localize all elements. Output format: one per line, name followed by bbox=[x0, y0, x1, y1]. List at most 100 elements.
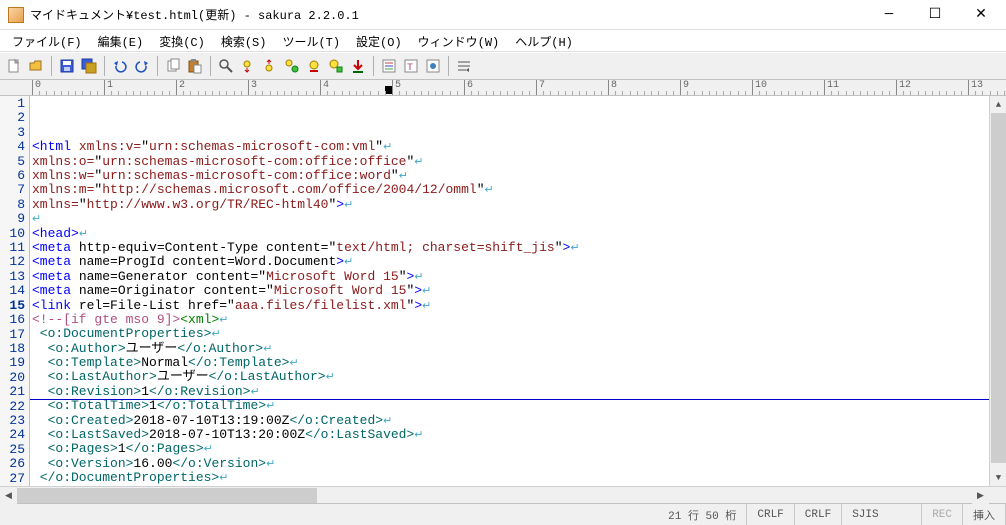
type-icon[interactable]: T bbox=[401, 56, 421, 76]
code-line[interactable]: xmlns:m="http://schemas.microsoft.com/of… bbox=[32, 183, 989, 197]
status-eol1: CRLF bbox=[747, 504, 794, 525]
code-line[interactable]: <o:DocumentProperties>↵ bbox=[32, 327, 989, 341]
find-up-icon[interactable] bbox=[260, 56, 280, 76]
menu-item[interactable]: 検索(S) bbox=[213, 30, 275, 51]
menu-item[interactable]: ヘルプ(H) bbox=[507, 30, 581, 51]
code-line[interactable]: <o:LastSaved>2018-07-10T13:20:00Z</o:Las… bbox=[32, 428, 989, 442]
status-position: 21 行 50 桁 bbox=[658, 504, 747, 525]
line-number: 2 bbox=[0, 111, 25, 125]
line-number: 26 bbox=[0, 457, 25, 471]
app-icon bbox=[8, 7, 24, 23]
close-button[interactable]: ✕ bbox=[958, 0, 1004, 30]
code-line[interactable]: <o:Revision>1</o:Revision>↵ bbox=[32, 385, 989, 399]
code-line[interactable]: <link rel=File-List href="aaa.files/file… bbox=[32, 299, 989, 313]
open-icon[interactable] bbox=[26, 56, 46, 76]
redo-icon[interactable] bbox=[132, 56, 152, 76]
menu-item[interactable]: 設定(O) bbox=[348, 30, 410, 51]
code-line[interactable]: <meta name=Generator content="Microsoft … bbox=[32, 270, 989, 284]
code-line[interactable]: <o:Version>16.00</o:Version>↵ bbox=[32, 457, 989, 471]
code-line[interactable]: <o:Created>2018-07-10T13:19:00Z</o:Creat… bbox=[32, 414, 989, 428]
scroll-right-icon[interactable]: ▶ bbox=[972, 487, 989, 504]
code-line[interactable]: ↵ bbox=[32, 212, 989, 226]
menu-item[interactable]: ウィンドウ(W) bbox=[410, 30, 508, 51]
line-number: 1 bbox=[0, 97, 25, 111]
mark-icon[interactable] bbox=[304, 56, 324, 76]
scroll-up-icon[interactable]: ▲ bbox=[990, 96, 1006, 113]
window-title: マイドキュメント¥test.html(更新) - sakura 2.2.0.1 bbox=[30, 6, 866, 23]
code-line[interactable]: <meta name=Originator content="Microsoft… bbox=[32, 284, 989, 298]
line-number: 22 bbox=[0, 400, 25, 414]
menu-item[interactable]: ツール(T) bbox=[274, 30, 348, 51]
line-number: 25 bbox=[0, 443, 25, 457]
line-number: 4 bbox=[0, 140, 25, 154]
wrap-icon[interactable] bbox=[454, 56, 474, 76]
code-line[interactable]: <o:Template>Normal</o:Template>↵ bbox=[32, 356, 989, 370]
menubar: ファイル(F)編集(E)変換(C)検索(S)ツール(T)設定(O)ウィンドウ(W… bbox=[0, 30, 1006, 52]
code-line[interactable]: xmlns="http://www.w3.org/TR/REC-html40">… bbox=[32, 198, 989, 212]
line-number: 5 bbox=[0, 155, 25, 169]
paste-icon[interactable] bbox=[185, 56, 205, 76]
code-line[interactable]: </o:DocumentProperties>↵ bbox=[32, 471, 989, 485]
menu-item[interactable]: 編集(E) bbox=[90, 30, 152, 51]
line-number: 27 bbox=[0, 472, 25, 486]
save-icon[interactable] bbox=[57, 56, 77, 76]
saveall-icon[interactable] bbox=[79, 56, 99, 76]
scroll-down-icon[interactable]: ▼ bbox=[990, 469, 1006, 486]
line-number: 13 bbox=[0, 270, 25, 284]
horizontal-scrollbar[interactable]: ◀ ▶ bbox=[0, 486, 1006, 503]
line-number: 18 bbox=[0, 342, 25, 356]
code-line[interactable]: xmlns:o="urn:schemas-microsoft-com:offic… bbox=[32, 155, 989, 169]
line-number: 17 bbox=[0, 328, 25, 342]
status-eol2: CRLF bbox=[795, 504, 842, 525]
code-line[interactable]: <o:LastAuthor>ユーザー</o:LastAuthor>↵ bbox=[32, 370, 989, 384]
minimize-button[interactable]: ─ bbox=[866, 0, 912, 30]
code-line[interactable]: <meta http-equiv=Content-Type content="t… bbox=[32, 241, 989, 255]
line-gutter: 1234567891011121314151617181920212223242… bbox=[0, 96, 30, 486]
scroll-thumb-v[interactable] bbox=[991, 113, 1006, 463]
code-line[interactable]: <head>↵ bbox=[32, 227, 989, 241]
svg-text:T: T bbox=[407, 63, 413, 74]
new-icon[interactable] bbox=[4, 56, 24, 76]
code-line[interactable]: <o:Pages>1</o:Pages>↵ bbox=[32, 442, 989, 456]
replace-icon[interactable] bbox=[282, 56, 302, 76]
editor: 1234567891011121314151617181920212223242… bbox=[0, 96, 1006, 486]
line-number: 10 bbox=[0, 227, 25, 241]
line-number: 14 bbox=[0, 284, 25, 298]
line-number: 19 bbox=[0, 356, 25, 370]
copy-icon[interactable] bbox=[163, 56, 183, 76]
maximize-button[interactable]: ☐ bbox=[912, 0, 958, 30]
code-line[interactable]: <html xmlns:v="urn:schemas-microsoft-com… bbox=[32, 140, 989, 154]
search-icon[interactable] bbox=[216, 56, 236, 76]
code-line[interactable]: <o:TotalTime>1</o:TotalTime>↵ bbox=[32, 399, 989, 413]
grep-icon[interactable] bbox=[326, 56, 346, 76]
menu-item[interactable]: 変換(C) bbox=[151, 30, 213, 51]
code-area[interactable]: <html xmlns:v="urn:schemas-microsoft-com… bbox=[30, 96, 989, 486]
undo-icon[interactable] bbox=[110, 56, 130, 76]
line-number: 3 bbox=[0, 126, 25, 140]
statusbar: 21 行 50 桁 CRLF CRLF SJIS REC 挿入 bbox=[0, 503, 1006, 525]
code-line[interactable]: <meta name=ProgId content=Word.Document>… bbox=[32, 255, 989, 269]
toolbar: T bbox=[0, 52, 1006, 80]
scroll-left-icon[interactable]: ◀ bbox=[0, 487, 17, 504]
line-number: 24 bbox=[0, 428, 25, 442]
scroll-thumb-h[interactable] bbox=[17, 488, 317, 503]
line-number: 16 bbox=[0, 313, 25, 327]
code-line[interactable]: <!--[if gte mso 9]><xml>↵ bbox=[32, 313, 989, 327]
line-number: 11 bbox=[0, 241, 25, 255]
titlebar: マイドキュメント¥test.html(更新) - sakura 2.2.0.1 … bbox=[0, 0, 1006, 30]
line-number: 8 bbox=[0, 198, 25, 212]
line-number: 6 bbox=[0, 169, 25, 183]
vertical-scrollbar[interactable]: ▲ ▼ bbox=[989, 96, 1006, 486]
line-number: 9 bbox=[0, 212, 25, 226]
cursor-line-indicator bbox=[30, 399, 989, 400]
status-rec: REC bbox=[922, 504, 963, 525]
jump-icon[interactable] bbox=[348, 56, 368, 76]
ruler: 012345678910111213 bbox=[0, 80, 1006, 96]
code-line[interactable]: <o:Author>ユーザー</o:Author>↵ bbox=[32, 342, 989, 356]
code-line[interactable]: xmlns:w="urn:schemas-microsoft-com:offic… bbox=[32, 169, 989, 183]
outline-icon[interactable] bbox=[379, 56, 399, 76]
line-number: 20 bbox=[0, 371, 25, 385]
settings-icon[interactable] bbox=[423, 56, 443, 76]
find-down-icon[interactable] bbox=[238, 56, 258, 76]
menu-item[interactable]: ファイル(F) bbox=[4, 30, 90, 51]
